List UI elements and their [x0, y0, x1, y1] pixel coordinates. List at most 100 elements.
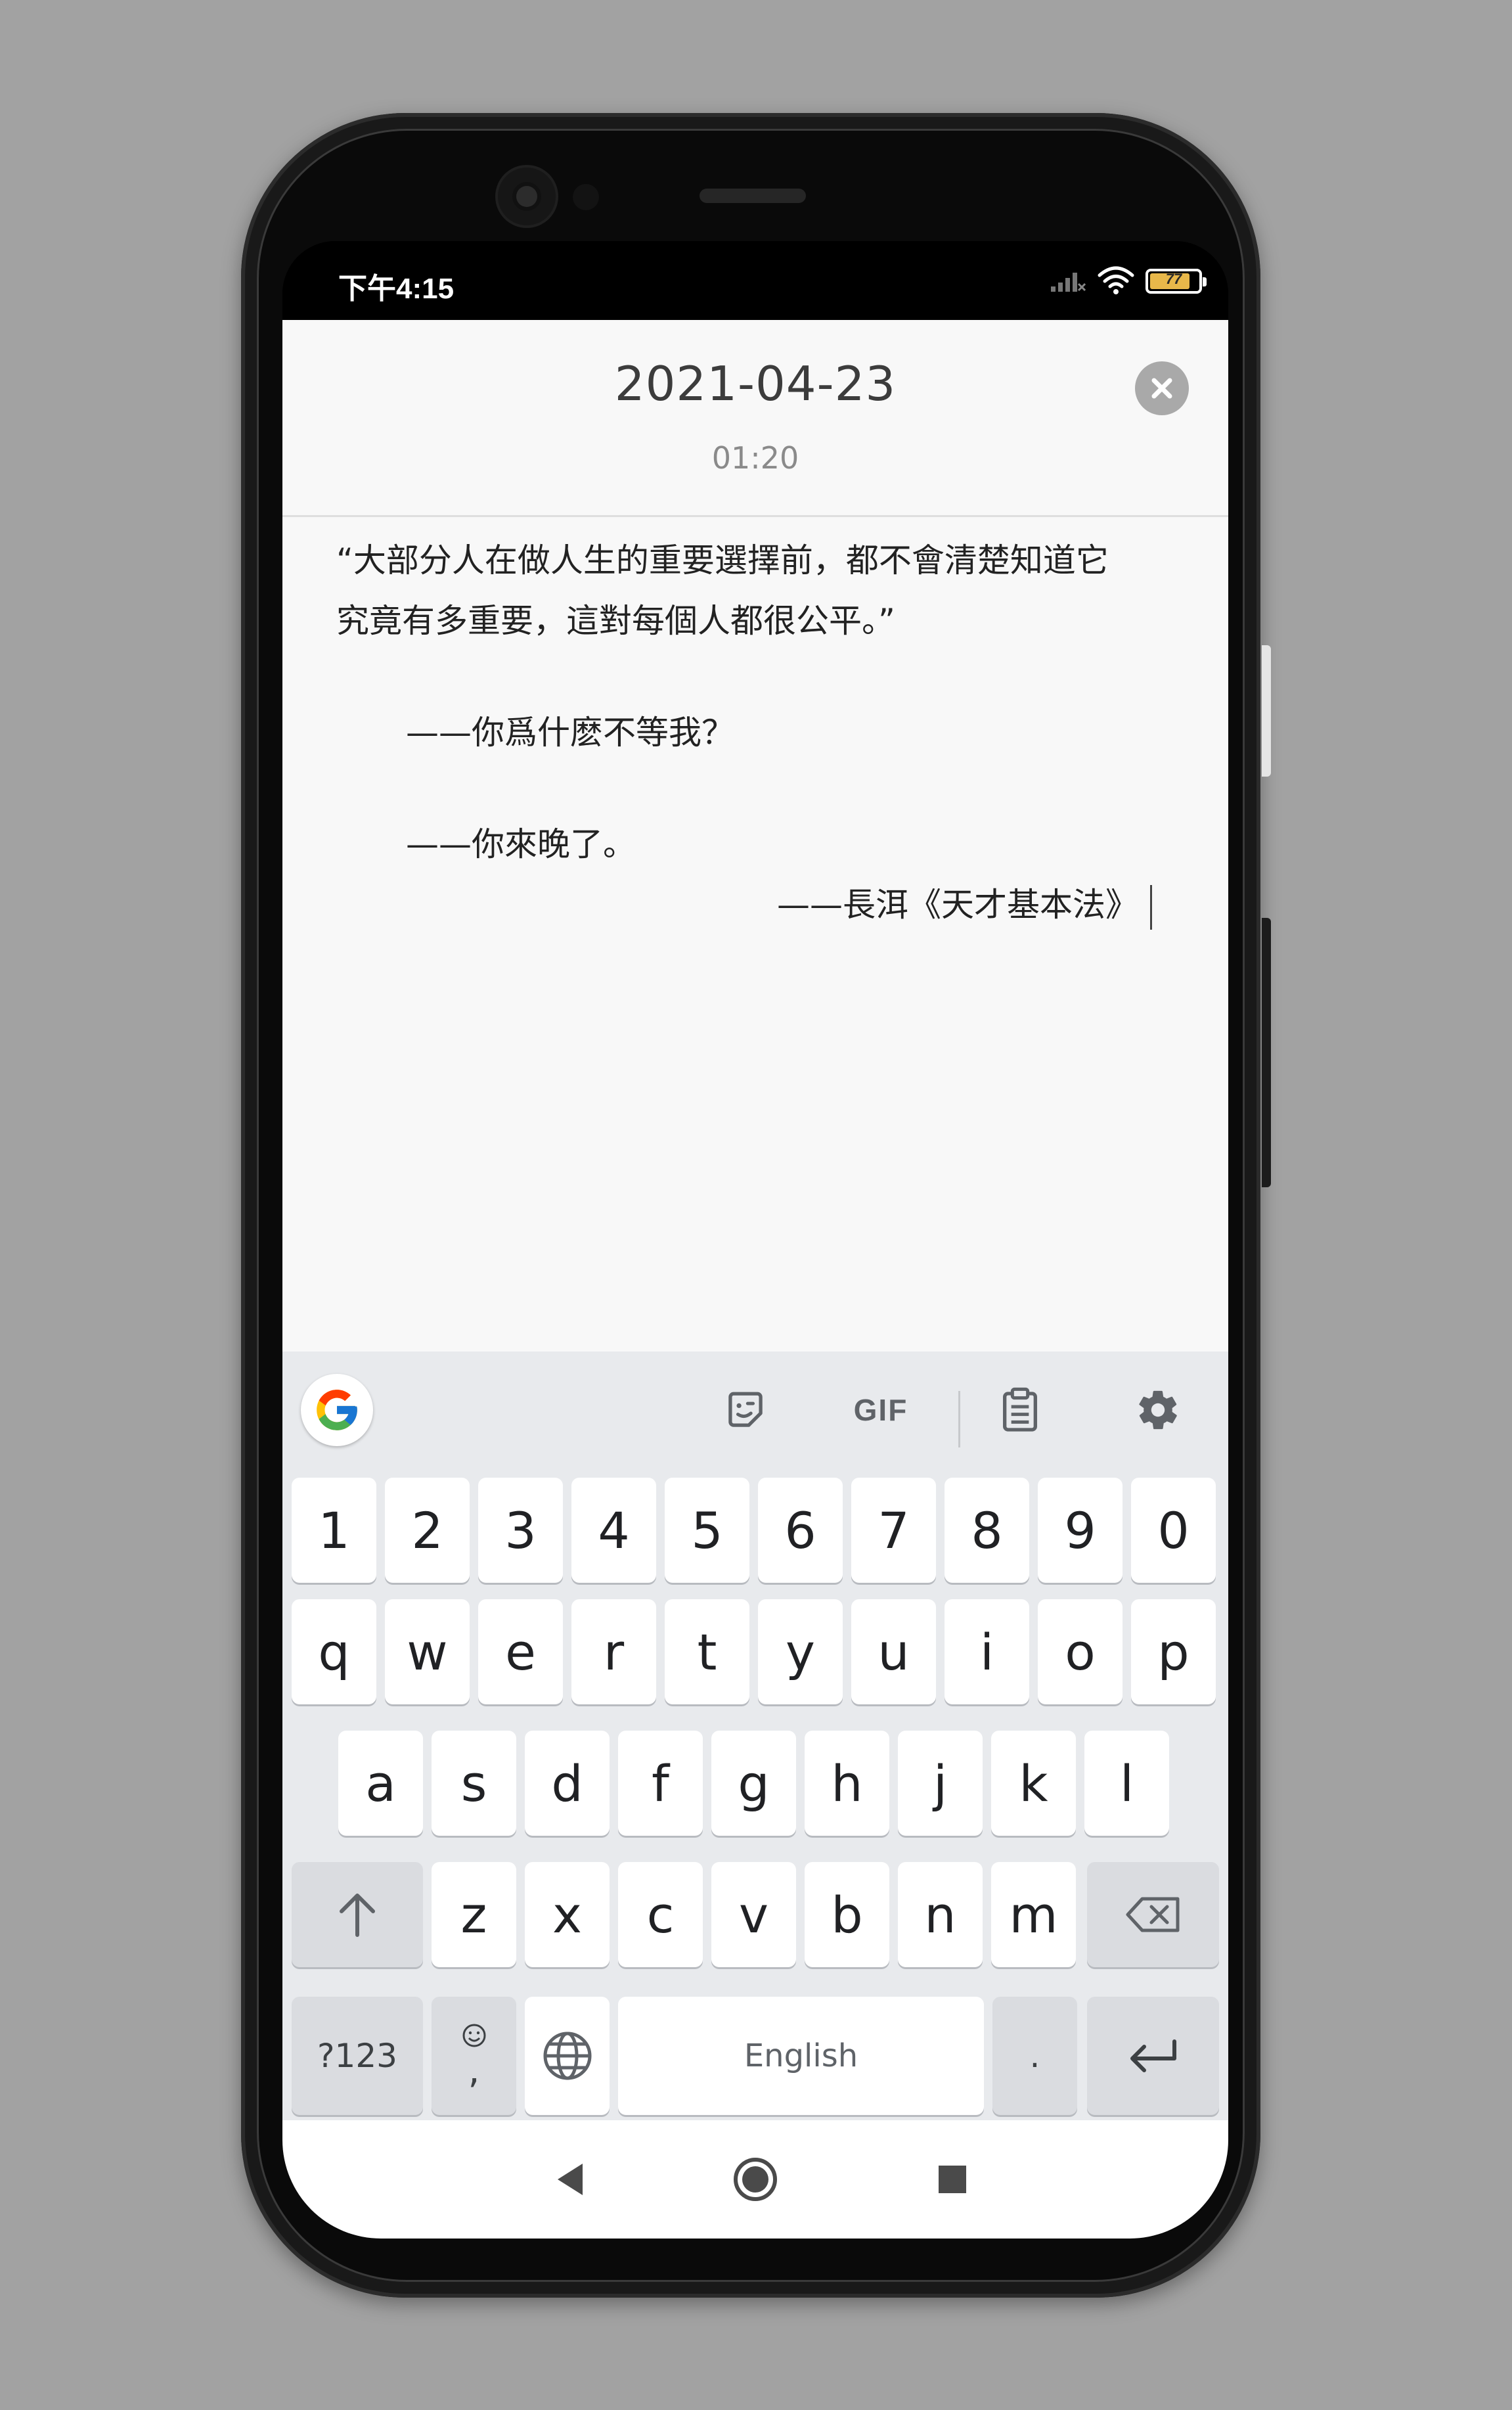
note-line: ——你來晚了。: [406, 825, 636, 863]
key-4[interactable]: 4: [571, 1478, 656, 1583]
key-g[interactable]: g: [711, 1731, 796, 1836]
space-bar[interactable]: English: [618, 1997, 984, 2115]
note-line: ——你爲什麽不等我？: [406, 714, 734, 752]
key-label: 4: [598, 1501, 630, 1560]
period-key[interactable]: .: [992, 1997, 1077, 2115]
front-camera: [498, 168, 556, 225]
proximity-sensor: [573, 184, 599, 210]
volume-button: [1262, 645, 1271, 777]
key-9[interactable]: 9: [1038, 1478, 1123, 1583]
note-body-editor[interactable]: “大部分人在做人生的重要選擇前，都不會清楚知道它 究竟有多重要，這對每個人都很公…: [336, 530, 1184, 935]
text-cursor: [1150, 884, 1152, 930]
key-label: t: [697, 1622, 717, 1681]
key-m[interactable]: m: [991, 1862, 1076, 1967]
key-b[interactable]: b: [805, 1862, 889, 1967]
key-o[interactable]: o: [1038, 1599, 1123, 1704]
key-1[interactable]: 1: [292, 1478, 376, 1583]
key-label: 1: [318, 1501, 350, 1560]
key-label: 2: [411, 1501, 443, 1560]
key-5[interactable]: 5: [665, 1478, 749, 1583]
phone-screen: 下午4:15 77 2021-04-23 01:20 “大部分人在做人生的重要選…: [282, 241, 1228, 2239]
key-label: a: [365, 1754, 396, 1813]
close-button[interactable]: [1135, 361, 1189, 415]
key-label: z: [460, 1885, 487, 1944]
keyboard-keys: 1 2 3 4 5 6 7 8 9 0 q w e r t y u i o p a s d f g h j k l z x c v b n m ?123…: [282, 1352, 1228, 2120]
status-bar: 下午4:15 77: [282, 241, 1228, 320]
backspace-icon: [1126, 1897, 1179, 1932]
key-s[interactable]: s: [432, 1731, 516, 1836]
key-w[interactable]: w: [385, 1599, 470, 1704]
key-d[interactable]: d: [525, 1731, 610, 1836]
key-2[interactable]: 2: [385, 1478, 470, 1583]
key-u[interactable]: u: [851, 1599, 936, 1704]
key-n[interactable]: n: [898, 1862, 983, 1967]
close-icon: [1151, 378, 1172, 399]
shift-key[interactable]: [292, 1862, 423, 1967]
enter-icon: [1130, 2039, 1176, 2072]
key-3[interactable]: 3: [478, 1478, 563, 1583]
globe-icon: [543, 2032, 591, 2080]
home-icon[interactable]: [723, 2147, 788, 2212]
key-label: English: [744, 2037, 858, 2074]
key-label: d: [551, 1754, 583, 1813]
battery-level: 77: [1165, 271, 1182, 287]
backspace-key[interactable]: [1087, 1862, 1219, 1967]
key-label: m: [1009, 1885, 1058, 1944]
key-label: 0: [1157, 1501, 1190, 1560]
key-8[interactable]: 8: [945, 1478, 1029, 1583]
key-a[interactable]: a: [338, 1731, 423, 1836]
key-i[interactable]: i: [945, 1599, 1029, 1704]
key-label: 5: [691, 1501, 723, 1560]
navigation-bar: [282, 2120, 1228, 2239]
back-icon[interactable]: [537, 2147, 603, 2212]
key-label: 9: [1064, 1501, 1096, 1560]
key-label: 7: [878, 1501, 910, 1560]
note-line: “大部分人在做人生的重要選擇前，都不會清楚知道它: [336, 541, 1109, 580]
key-j[interactable]: j: [898, 1731, 983, 1836]
key-label: r: [603, 1622, 625, 1681]
key-label: n: [924, 1885, 956, 1944]
note-date: 2021-04-23: [614, 356, 897, 411]
wifi-icon: [1097, 265, 1135, 298]
key-label: .: [1029, 2037, 1040, 2075]
key-label: ?123: [317, 2037, 397, 2075]
key-q[interactable]: q: [292, 1599, 376, 1704]
key-label: c: [646, 1885, 675, 1944]
enter-key[interactable]: [1087, 1997, 1219, 2115]
key-label: w: [407, 1622, 448, 1681]
key-k[interactable]: k: [991, 1731, 1076, 1836]
key-label: l: [1119, 1754, 1134, 1813]
key-label: e: [505, 1622, 536, 1681]
key-e[interactable]: e: [478, 1599, 563, 1704]
key-6[interactable]: 6: [758, 1478, 843, 1583]
gboard-keyboard: GIF 1 2 3 4 5 6 7 8 9 0 q w e r t y u i …: [282, 1352, 1228, 2120]
key-z[interactable]: z: [432, 1862, 516, 1967]
key-label: 3: [504, 1501, 537, 1560]
earpiece-speaker: [700, 189, 806, 203]
key-c[interactable]: c: [618, 1862, 703, 1967]
key-label: p: [1157, 1622, 1190, 1681]
recents-icon[interactable]: [920, 2147, 985, 2212]
key-t[interactable]: t: [665, 1599, 749, 1704]
key-h[interactable]: h: [805, 1731, 889, 1836]
note-header: 2021-04-23 01:20: [282, 320, 1228, 517]
signal-icon: [1050, 267, 1086, 296]
key-0[interactable]: 0: [1131, 1478, 1216, 1583]
key-r[interactable]: r: [571, 1599, 656, 1704]
key-label: s: [460, 1754, 487, 1813]
key-p[interactable]: p: [1131, 1599, 1216, 1704]
symbols-key[interactable]: ?123: [292, 1997, 423, 2115]
emoji-comma-key[interactable]: ,: [432, 1997, 516, 2115]
key-f[interactable]: f: [618, 1731, 703, 1836]
status-icons: 77: [1050, 265, 1207, 298]
key-v[interactable]: v: [711, 1862, 796, 1967]
key-y[interactable]: y: [758, 1599, 843, 1704]
language-key[interactable]: [525, 1997, 610, 2115]
key-7[interactable]: 7: [851, 1478, 936, 1583]
key-l[interactable]: l: [1084, 1731, 1169, 1836]
battery-icon: 77: [1145, 269, 1207, 294]
key-label: u: [878, 1622, 910, 1681]
key-x[interactable]: x: [525, 1862, 610, 1967]
key-label: g: [738, 1754, 770, 1813]
